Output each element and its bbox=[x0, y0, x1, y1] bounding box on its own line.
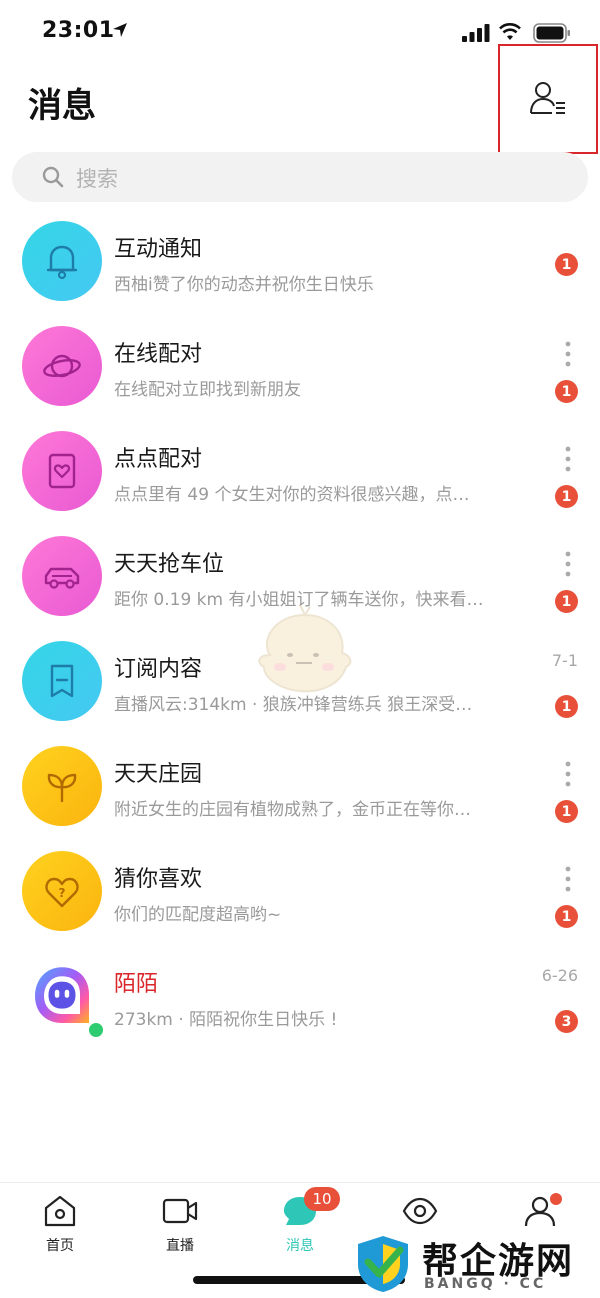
car-icon bbox=[44, 567, 80, 589]
page-title: 消息 bbox=[28, 86, 96, 126]
momo-logo-icon bbox=[35, 967, 89, 1023]
notification-dot bbox=[550, 1193, 562, 1205]
avatar bbox=[22, 746, 102, 826]
search-input[interactable]: 搜索 bbox=[12, 152, 588, 202]
online-status-dot bbox=[86, 1020, 106, 1040]
brand-domain: BANGQ · CC bbox=[424, 1276, 547, 1292]
sprout-icon bbox=[47, 773, 77, 803]
message-title: 天天庄园 bbox=[114, 762, 203, 787]
message-item-dot-match[interactable]: 点点配对 点点里有 49 个女生对你的资料很感兴趣，点… 1 bbox=[0, 415, 600, 520]
planet-icon bbox=[43, 354, 81, 378]
heart-question-icon: ? bbox=[45, 877, 79, 908]
message-title: 猜你喜欢 bbox=[114, 867, 203, 892]
contacts-list-icon bbox=[530, 82, 565, 114]
more-options-icon[interactable] bbox=[560, 550, 576, 578]
more-options-icon[interactable] bbox=[560, 340, 576, 368]
more-options-icon[interactable] bbox=[560, 760, 576, 788]
status-time: 23:01 bbox=[42, 18, 115, 43]
bell-icon bbox=[46, 245, 78, 280]
message-title: 互动通知 bbox=[114, 237, 203, 262]
message-item-farm-game[interactable]: 天天庄园 附近女生的庄园有植物成熟了，金币正在等你… 1 bbox=[0, 730, 600, 835]
message-preview: 你们的匹配度超高哟~ bbox=[114, 905, 282, 925]
location-arrow-icon bbox=[113, 23, 127, 37]
avatar bbox=[22, 536, 102, 616]
tab-label: 消息 bbox=[286, 1238, 314, 1254]
message-title: 点点配对 bbox=[114, 447, 203, 472]
home-icon bbox=[44, 1195, 76, 1227]
tab-messages[interactable]: 消息 10 bbox=[260, 1187, 340, 1263]
message-title: 订阅内容 bbox=[114, 657, 203, 682]
tab-unread-badge: 10 bbox=[304, 1187, 340, 1211]
avatar bbox=[22, 221, 102, 301]
mascot-watermark-image bbox=[258, 605, 352, 693]
message-time: 7-1 bbox=[551, 651, 578, 670]
search-icon bbox=[42, 166, 64, 188]
search-placeholder: 搜索 bbox=[76, 167, 118, 191]
unread-badge: 3 bbox=[555, 1010, 578, 1033]
tab-home[interactable]: 首页 bbox=[20, 1193, 100, 1263]
more-options-icon[interactable] bbox=[560, 865, 576, 893]
bookmark-icon bbox=[50, 664, 74, 698]
message-preview: 点点里有 49 个女生对你的资料很感兴趣，点… bbox=[114, 485, 470, 505]
message-preview: 附近女生的庄园有植物成熟了，金币正在等你… bbox=[114, 800, 471, 820]
unread-badge: 1 bbox=[555, 800, 578, 823]
video-icon bbox=[162, 1198, 198, 1224]
tab-label: 首页 bbox=[46, 1238, 74, 1254]
eye-icon bbox=[402, 1197, 438, 1225]
cellular-signal-icon bbox=[462, 24, 490, 42]
shield-logo-icon bbox=[358, 1236, 408, 1292]
message-preview: 273km · 陌陌祝你生日快乐 ! bbox=[114, 1010, 338, 1030]
message-preview: 在线配对立即找到新朋友 bbox=[114, 380, 301, 400]
message-item-recommendations[interactable]: ? 猜你喜欢 你们的匹配度超高哟~ 1 bbox=[0, 835, 600, 940]
message-item-interaction-notice[interactable]: 互动通知 西柚i赞了你的动态并祝你生日快乐 1 bbox=[0, 205, 600, 310]
message-title: 天天抢车位 bbox=[114, 552, 225, 577]
message-preview: 西柚i赞了你的动态并祝你生日快乐 bbox=[114, 275, 374, 295]
tab-live[interactable]: 直播 bbox=[140, 1193, 220, 1263]
contacts-button[interactable] bbox=[498, 44, 598, 154]
unread-badge: 1 bbox=[555, 485, 578, 508]
unread-badge: 1 bbox=[555, 253, 578, 276]
message-title: 在线配对 bbox=[114, 342, 203, 367]
message-item-online-match[interactable]: 在线配对 在线配对立即找到新朋友 1 bbox=[0, 310, 600, 415]
svg-text:?: ? bbox=[59, 886, 66, 900]
avatar bbox=[22, 431, 102, 511]
message-time: 6-26 bbox=[541, 966, 578, 985]
tab-label: 直播 bbox=[166, 1238, 194, 1254]
message-item-momo[interactable]: 陌陌 273km · 陌陌祝你生日快乐 ! 6-26 3 bbox=[0, 940, 600, 1045]
battery-icon bbox=[533, 23, 570, 43]
unread-badge: 1 bbox=[555, 905, 578, 928]
message-title: 陌陌 bbox=[114, 972, 159, 997]
unread-badge: 1 bbox=[555, 695, 578, 718]
more-options-icon[interactable] bbox=[560, 445, 576, 473]
unread-badge: 1 bbox=[555, 380, 578, 403]
avatar bbox=[22, 326, 102, 406]
avatar bbox=[22, 641, 102, 721]
avatar: ? bbox=[22, 851, 102, 931]
wifi-icon bbox=[499, 23, 521, 40]
brand-logo: 帮企游网 BANGQ · CC bbox=[350, 1228, 600, 1298]
heart-card-icon bbox=[48, 453, 76, 489]
unread-badge: 1 bbox=[555, 590, 578, 613]
